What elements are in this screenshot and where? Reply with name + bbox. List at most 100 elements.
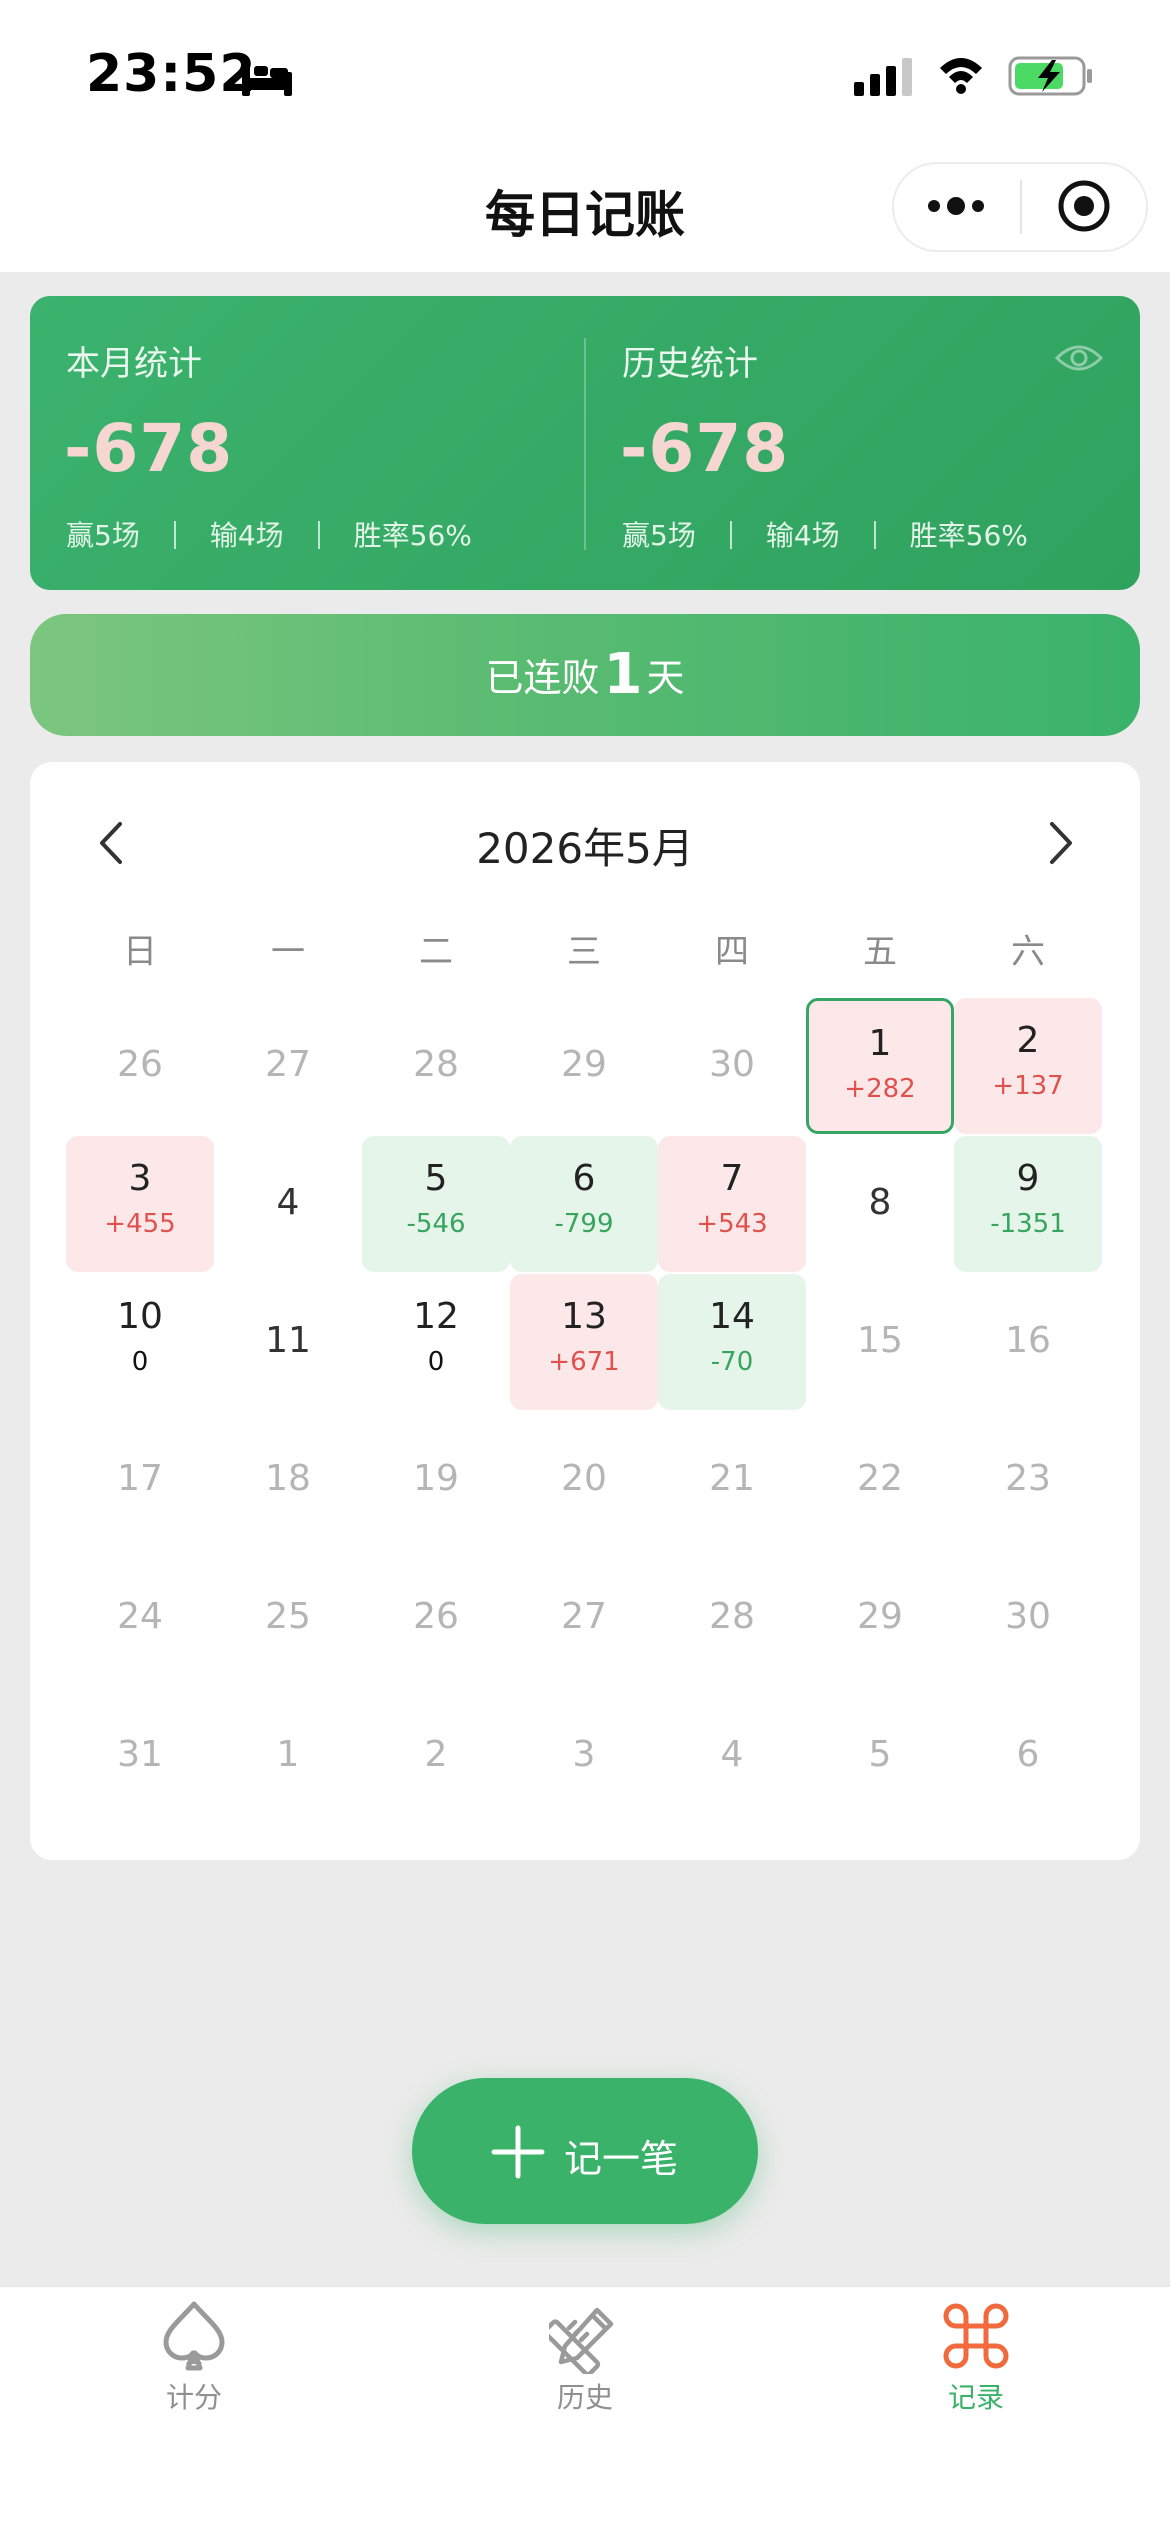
calendar-day[interactable]: 30 <box>954 1550 1102 1686</box>
calendar-day[interactable]: 2 +137 <box>954 998 1102 1134</box>
day-number: 1 <box>868 1023 892 1064</box>
calendar-day[interactable]: 18 <box>214 1412 362 1548</box>
day-number: 12 <box>413 1296 459 1337</box>
calendar-day[interactable]: 28 <box>362 998 510 1134</box>
more-icon[interactable] <box>924 190 988 222</box>
calendar-day[interactable]: 21 <box>658 1412 806 1548</box>
day-amount: +137 <box>992 1071 1064 1101</box>
month-stats-summary: 赢5场 输4场 胜率56% <box>66 514 472 554</box>
day-number: 3 <box>128 1158 152 1199</box>
spade-icon <box>163 2301 225 2371</box>
streak-count: 1 <box>603 642 643 707</box>
separator <box>317 521 320 549</box>
day-amount: -70 <box>710 1347 754 1377</box>
calendar-day[interactable]: 5 -546 <box>362 1136 510 1272</box>
calendar-day[interactable]: 22 <box>806 1412 954 1548</box>
calendar-day[interactable]: 6 <box>954 1688 1102 1824</box>
status-time: 23:52 <box>86 44 257 104</box>
calendar-day[interactable]: 20 <box>510 1412 658 1548</box>
calendar-day[interactable]: 9 -1351 <box>954 1136 1102 1272</box>
weekday-label: 五 <box>863 932 897 972</box>
day-number: 16 <box>1005 1320 1051 1361</box>
calendar-day[interactable]: 7 +543 <box>658 1136 806 1272</box>
day-number: 2 <box>1016 1020 1040 1061</box>
day-number: 2 <box>424 1734 448 1775</box>
calendar-day[interactable]: 3 +455 <box>66 1136 214 1272</box>
history-stats-value: -678 <box>620 410 790 487</box>
day-amount: 0 <box>131 1347 149 1377</box>
calendar-day[interactable]: 23 <box>954 1412 1102 1548</box>
calendar-day[interactable]: 25 <box>214 1550 362 1686</box>
streak-suffix: 天 <box>646 656 685 700</box>
day-number: 29 <box>561 1044 607 1085</box>
calendar-day[interactable]: 17 <box>66 1412 214 1548</box>
day-number: 14 <box>709 1296 755 1337</box>
calendar-day[interactable]: 24 <box>66 1550 214 1686</box>
calendar-day[interactable]: 30 <box>658 998 806 1134</box>
calendar-day[interactable]: 29 <box>806 1550 954 1686</box>
calendar-day[interactable]: 4 <box>658 1688 806 1824</box>
day-number: 20 <box>561 1458 607 1499</box>
day-number: 31 <box>117 1734 163 1775</box>
day-number: 28 <box>413 1044 459 1085</box>
day-amount: 0 <box>427 1347 445 1377</box>
day-number: 4 <box>720 1734 744 1775</box>
calendar-day[interactable]: 13 +671 <box>510 1274 658 1410</box>
calendar-day[interactable]: 27 <box>510 1550 658 1686</box>
calendar-day[interactable]: 1 <box>214 1688 362 1824</box>
day-amount: -546 <box>406 1209 466 1239</box>
calendar-day[interactable]: 8 <box>806 1136 954 1272</box>
calendar-day[interactable]: 5 <box>806 1688 954 1824</box>
calendar-day[interactable]: 11 <box>214 1274 362 1410</box>
chevron-right-icon[interactable] <box>1040 818 1080 868</box>
eye-icon[interactable] <box>1054 338 1104 378</box>
calendar-day[interactable]: 15 <box>806 1274 954 1410</box>
tab-record[interactable]: 记录 <box>876 2298 1076 2416</box>
calendar-day[interactable]: 27 <box>214 998 362 1134</box>
calendar-day[interactable]: 1 +282 <box>806 998 954 1134</box>
separator <box>873 521 876 549</box>
day-amount: -799 <box>554 1209 614 1239</box>
calendar-day[interactable]: 14 -70 <box>658 1274 806 1410</box>
day-number: 6 <box>572 1158 596 1199</box>
day-number: 19 <box>413 1458 459 1499</box>
add-record-label: 记一笔 <box>564 2137 679 2181</box>
calendar-day[interactable]: 4 <box>214 1136 362 1272</box>
calendar-day[interactable]: 3 <box>510 1688 658 1824</box>
month-stats-label: 本月统计 <box>66 344 202 384</box>
day-number: 21 <box>709 1458 755 1499</box>
day-number: 29 <box>857 1596 903 1637</box>
history-win-rate: 胜率56% <box>909 519 1028 552</box>
calendar-day[interactable]: 26 <box>66 998 214 1134</box>
calendar-day[interactable]: 29 <box>510 998 658 1134</box>
calendar-day[interactable]: 10 0 <box>66 1274 214 1410</box>
calendar-day[interactable]: 16 <box>954 1274 1102 1410</box>
pencil-ruler-icon <box>549 2307 614 2374</box>
calendar-day[interactable]: 19 <box>362 1412 510 1548</box>
close-target-icon[interactable] <box>1056 178 1112 234</box>
month-wins: 赢5场 <box>66 519 140 552</box>
month-win-rate: 胜率56% <box>353 519 472 552</box>
separator <box>729 521 732 549</box>
day-number: 13 <box>561 1296 607 1337</box>
weekday-label: 二 <box>419 932 453 972</box>
calendar-day[interactable]: 28 <box>658 1550 806 1686</box>
day-number: 3 <box>572 1734 596 1775</box>
calendar-day[interactable]: 6 -799 <box>510 1136 658 1272</box>
calendar-day[interactable]: 2 <box>362 1688 510 1824</box>
calendar-day[interactable]: 12 0 <box>362 1274 510 1410</box>
weekday-label: 一 <box>271 932 305 972</box>
weekday-label: 三 <box>567 932 601 972</box>
calendar-day[interactable]: 31 <box>66 1688 214 1824</box>
streak-prefix: 已连败 <box>485 656 600 700</box>
day-number: 27 <box>561 1596 607 1637</box>
day-number: 8 <box>868 1182 892 1223</box>
history-wins: 赢5场 <box>622 519 696 552</box>
day-number: 4 <box>276 1182 300 1223</box>
calendar-day[interactable]: 26 <box>362 1550 510 1686</box>
tab-score[interactable]: 计分 <box>94 2298 294 2416</box>
tab-history-label: 历史 <box>556 2381 613 2414</box>
weekday-label: 四 <box>715 932 749 972</box>
day-number: 23 <box>1005 1458 1051 1499</box>
tab-history[interactable]: 历史 <box>485 2298 685 2416</box>
